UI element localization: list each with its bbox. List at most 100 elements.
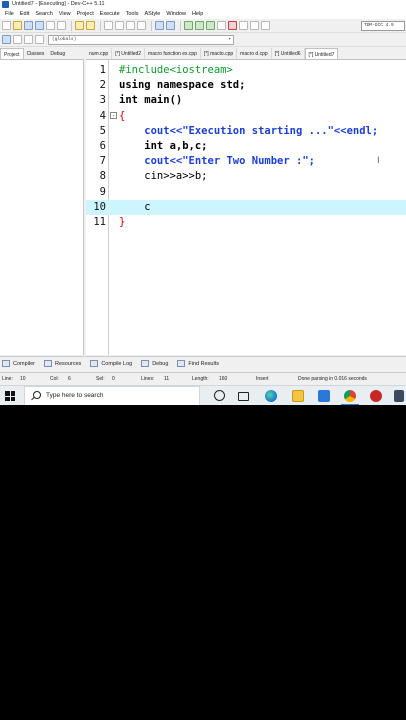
undo-icon[interactable] — [75, 21, 84, 30]
project-panel — [0, 60, 84, 355]
goto-line-icon[interactable] — [137, 21, 146, 30]
menu-window[interactable]: Window — [163, 9, 189, 19]
save-all-icon[interactable] — [35, 21, 44, 30]
cortana-icon[interactable] — [214, 390, 225, 401]
search-icon — [33, 391, 41, 399]
compiler-select[interactable]: TDM-GCC 4.9 — [361, 21, 405, 31]
status-lines: 11 — [164, 376, 170, 382]
find-results-icon — [177, 360, 186, 367]
menu-bar: File Edit Search View Project Execute To… — [0, 9, 406, 19]
windows-taskbar: Type here to search — [0, 385, 406, 405]
scope-select[interactable]: (globals) ▾ — [48, 35, 234, 45]
edge-icon[interactable] — [265, 390, 277, 402]
tab-label: Compiler — [13, 360, 36, 367]
menu-astyle[interactable]: AStyle — [141, 9, 163, 19]
menu-execute[interactable]: Execute — [97, 9, 123, 19]
line-number: 3 — [99, 94, 106, 107]
profile-icon[interactable] — [250, 21, 259, 30]
tab-project[interactable]: Project — [0, 48, 24, 59]
find-icon[interactable] — [104, 21, 113, 30]
status-col-label: Col: — [50, 376, 59, 382]
print-icon[interactable] — [57, 21, 66, 30]
app-icon[interactable] — [370, 390, 382, 402]
tab-resources[interactable]: Resources — [44, 360, 81, 367]
file-tab[interactable]: [*] Untitled6 — [272, 48, 305, 59]
replace-icon[interactable] — [115, 21, 124, 30]
status-col: 6 — [68, 376, 71, 382]
code-line[interactable]: 3 int main() — [86, 93, 406, 108]
code-line[interactable]: 2 using namespace std; — [86, 78, 406, 93]
task-view-icon[interactable] — [238, 392, 249, 401]
code-line[interactable]: 9 — [86, 185, 406, 200]
compile-icon[interactable] — [184, 21, 193, 30]
file-tab-active[interactable]: [*] Untitled7 — [304, 48, 339, 59]
chrome-icon[interactable] — [344, 390, 356, 402]
code-text: cout<<"Enter Two Number :"; — [119, 155, 315, 168]
new-project-icon[interactable] — [2, 35, 11, 44]
file-explorer-icon[interactable] — [292, 390, 304, 402]
find-next-icon[interactable] — [126, 21, 135, 30]
file-tab[interactable]: [*] Untitled2 — [112, 48, 146, 59]
code-line[interactable]: 6 int a,b,c; — [86, 139, 406, 154]
open-icon[interactable] — [13, 21, 22, 30]
compile-log-icon — [90, 360, 99, 367]
menu-view[interactable]: View — [56, 9, 74, 19]
tab-classes[interactable]: Classes — [24, 48, 48, 59]
new-file-icon[interactable] — [2, 21, 11, 30]
file-tab[interactable]: macro function ex.cpp — [145, 48, 201, 59]
tab-debug-output[interactable]: Debug — [141, 360, 168, 367]
tab-debug[interactable]: Debug — [47, 48, 68, 59]
window-icon[interactable] — [394, 390, 404, 402]
goto-bookmark-icon[interactable] — [35, 35, 44, 44]
menu-file[interactable]: File — [2, 9, 17, 19]
line-number: 9 — [99, 185, 106, 198]
file-tab[interactable]: num.cpp — [86, 48, 113, 59]
file-tab[interactable]: macro d.cpp — [237, 48, 272, 59]
compile-run-icon[interactable] — [206, 21, 215, 30]
fold-toggle-icon[interactable]: - — [110, 111, 117, 119]
file-tab[interactable]: [*] macto.cpp — [201, 48, 238, 59]
code-line-current[interactable]: 10 c — [86, 199, 406, 215]
chart-icon[interactable] — [261, 21, 270, 30]
stop-execution-icon[interactable] — [228, 21, 237, 30]
status-line: 10 — [20, 376, 26, 382]
redo-icon[interactable] — [86, 21, 95, 30]
menu-help[interactable]: Help — [189, 9, 206, 19]
scope-value: (globals) — [52, 37, 77, 42]
insert-icon[interactable] — [13, 35, 22, 44]
run-icon[interactable] — [195, 21, 204, 30]
taskbar-search-box[interactable]: Type here to search — [24, 386, 200, 405]
code-text: using namespace std; — [119, 79, 246, 92]
code-line[interactable]: 7 cout<<"Enter Two Number :"; — [86, 154, 406, 169]
menu-project[interactable]: Project — [74, 9, 97, 19]
menu-tools[interactable]: Tools — [123, 9, 142, 19]
tab-find-results[interactable]: Find Results — [177, 360, 219, 367]
toolbar-separator — [100, 20, 101, 31]
code-line[interactable]: 5 cout<<"Execution starting ..."<<endl; — [86, 124, 406, 139]
start-windows-icon[interactable] — [5, 391, 15, 401]
add-to-project-icon[interactable] — [155, 21, 164, 30]
code-editor[interactable]: 1 #include<iostream> 2 using namespace s… — [86, 60, 406, 355]
tab-compile-log[interactable]: Compile Log — [90, 360, 132, 367]
code-text: { — [119, 109, 126, 122]
status-bar: Line: 10 Col: 6 Sel: 0 Lines: 11 Length:… — [0, 372, 406, 384]
rebuild-icon[interactable] — [217, 21, 226, 30]
line-number: 5 — [99, 124, 106, 137]
code-line[interactable]: 4 - { — [86, 109, 406, 124]
remove-from-project-icon[interactable] — [166, 21, 175, 30]
close-file-icon[interactable] — [46, 21, 55, 30]
code-line[interactable]: 11 } — [86, 215, 406, 230]
tab-compiler[interactable]: Compiler — [2, 360, 35, 367]
tab-label: Debug — [152, 360, 169, 367]
code-line[interactable]: 8 cin>>a>>b; — [86, 169, 406, 184]
debug-icon[interactable] — [239, 21, 248, 30]
code-line[interactable]: 1 #include<iostream> — [86, 63, 406, 78]
toggle-bookmark-icon[interactable] — [24, 35, 33, 44]
active-app-indicator — [341, 404, 359, 405]
code-text: cin>>a>>b; — [119, 170, 208, 183]
debug-check-icon — [141, 360, 150, 367]
menu-edit[interactable]: Edit — [17, 9, 32, 19]
mail-icon[interactable] — [318, 390, 330, 402]
menu-search[interactable]: Search — [32, 9, 55, 19]
save-icon[interactable] — [24, 21, 33, 30]
